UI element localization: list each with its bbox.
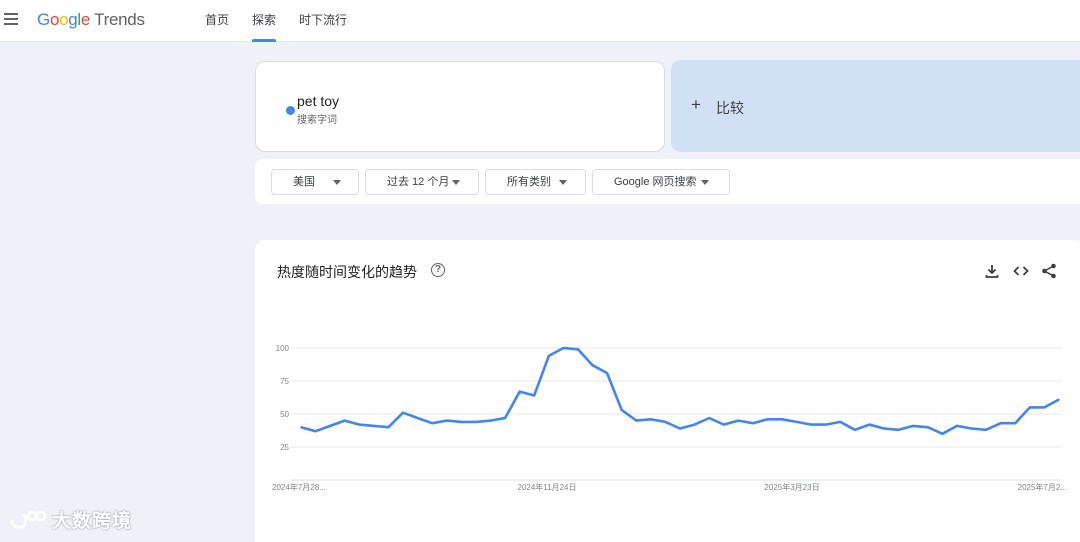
data-point[interactable] — [343, 419, 346, 422]
data-point[interactable] — [708, 417, 710, 419]
data-point[interactable] — [897, 429, 900, 431]
data-point[interactable] — [664, 421, 667, 423]
data-point[interactable] — [416, 417, 419, 419]
compare-label: 比较 — [716, 100, 744, 116]
chevron-down-icon — [701, 180, 709, 185]
data-point[interactable] — [518, 390, 521, 393]
data-point[interactable] — [912, 425, 914, 427]
data-point[interactable] — [970, 427, 973, 430]
x-tick-label: 2024年7月28... — [272, 482, 326, 492]
data-point[interactable] — [329, 425, 331, 427]
y-tick-label: 25 — [280, 443, 289, 452]
data-point[interactable] — [475, 421, 477, 423]
data-point[interactable] — [883, 427, 885, 430]
nav-trending-now[interactable]: 时下流行 — [299, 0, 347, 42]
menu-icon[interactable] — [4, 13, 18, 25]
x-tick-label: 2024年11月24日 — [518, 482, 577, 492]
data-point[interactable] — [941, 433, 944, 435]
data-point[interactable] — [577, 348, 579, 351]
main-nav: 首页 探索 时下流行 — [205, 0, 370, 42]
region-filter-label: 美国 — [293, 176, 315, 188]
data-point[interactable] — [752, 422, 754, 424]
data-point[interactable] — [548, 355, 550, 357]
search-type-filter-label: Google 网页搜索 — [614, 176, 697, 188]
data-point[interactable] — [562, 347, 565, 349]
data-point[interactable] — [591, 364, 594, 366]
chevron-down-icon — [333, 180, 341, 185]
term-color-dot — [286, 106, 295, 115]
data-point[interactable] — [387, 426, 390, 428]
data-point[interactable] — [956, 425, 958, 427]
data-point[interactable] — [300, 426, 302, 428]
logo-trends-text: Trends — [94, 10, 145, 29]
data-point[interactable] — [358, 423, 361, 426]
chevron-down-icon — [559, 180, 567, 185]
data-point[interactable] — [810, 423, 812, 426]
data-point[interactable] — [402, 411, 404, 414]
interest-over-time-card: 热度随时间变化的趋势 ? 100 75 50 25 2024年7月28... 2024年1… — [255, 240, 1080, 542]
data-point[interactable] — [431, 422, 433, 424]
trend-line-chart: 100 75 50 25 2024年7月28... 2024年11月24日 2025年3月2… — [272, 344, 1067, 492]
chevron-down-icon — [452, 180, 460, 185]
nav-home[interactable]: 首页 — [205, 0, 229, 42]
google-trends-logo[interactable]: Google Trends — [37, 10, 145, 30]
data-point[interactable] — [606, 372, 608, 374]
x-tick-label: 2025年7月2... — [1018, 482, 1067, 492]
data-point[interactable] — [722, 423, 725, 426]
data-point[interactable] — [927, 426, 929, 428]
search-type-filter[interactable]: Google 网页搜索 — [592, 169, 730, 195]
data-point[interactable] — [1029, 406, 1031, 409]
data-point[interactable] — [460, 421, 463, 423]
y-tick-label: 75 — [280, 377, 289, 386]
top-bar: Google Trends 首页 探索 时下流行 — [0, 0, 1080, 42]
data-point[interactable] — [795, 421, 798, 423]
watermark-logo-icon — [10, 510, 47, 529]
data-point[interactable] — [650, 418, 652, 421]
data-point[interactable] — [839, 421, 842, 423]
data-point[interactable] — [504, 417, 506, 419]
data-point[interactable] — [1043, 406, 1046, 409]
data-point[interactable] — [679, 427, 681, 430]
region-filter[interactable]: 美国 — [271, 169, 359, 195]
data-point[interactable] — [373, 425, 375, 427]
x-tick-label: 2025年3月23日 — [764, 482, 819, 492]
y-tick-label: 50 — [280, 410, 289, 419]
data-point[interactable] — [446, 419, 448, 422]
data-point[interactable] — [693, 423, 696, 426]
time-range-filter[interactable]: 过去 12 个月 — [365, 169, 479, 195]
data-point[interactable] — [854, 429, 856, 431]
data-point[interactable] — [1014, 422, 1017, 424]
search-term-card[interactable]: pet toy 搜索字词 — [255, 61, 665, 152]
data-point[interactable] — [533, 394, 535, 397]
category-filter[interactable]: 所有类别 — [485, 169, 586, 195]
data-point[interactable] — [314, 430, 317, 432]
y-tick-label: 100 — [276, 344, 290, 353]
search-term-type: 搜索字词 — [297, 115, 337, 126]
data-point[interactable] — [489, 419, 492, 422]
filters-bar: 美国 过去 12 个月 所有类别 Google 网页搜索 — [255, 159, 1080, 204]
search-term[interactable]: pet toy — [297, 93, 339, 109]
plus-icon: + — [691, 95, 701, 114]
data-point[interactable] — [985, 429, 987, 431]
data-point[interactable] — [737, 419, 740, 422]
category-filter-label: 所有类别 — [507, 176, 551, 188]
data-point[interactable] — [868, 423, 871, 426]
data-point[interactable] — [620, 409, 623, 411]
data-point[interactable] — [635, 419, 638, 422]
data-point[interactable] — [766, 418, 769, 421]
time-range-filter-label: 过去 12 个月 — [387, 176, 450, 188]
watermark-text: 大数跨境 — [52, 511, 133, 532]
data-point[interactable] — [781, 418, 783, 421]
data-point[interactable] — [825, 423, 827, 426]
nav-explore[interactable]: 探索 — [252, 0, 277, 42]
compare-button[interactable]: + 比较 — [671, 60, 1080, 152]
series-line[interactable] — [300, 346, 1060, 436]
data-point[interactable] — [1058, 398, 1060, 401]
data-point[interactable] — [999, 422, 1002, 424]
